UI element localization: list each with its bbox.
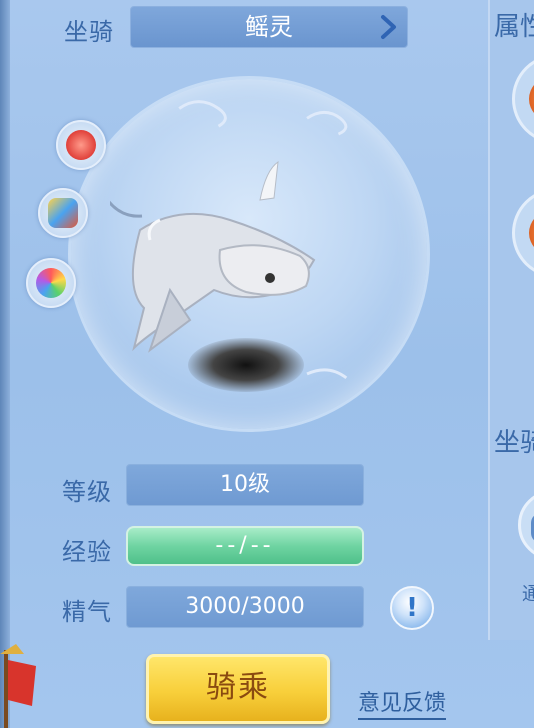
attribute-title: 属性 bbox=[494, 12, 534, 42]
level-label: 等级 bbox=[62, 478, 112, 506]
color-palette-icon[interactable] bbox=[26, 258, 76, 308]
mount-skill-text: 通 bbox=[522, 584, 534, 605]
fire-skill-icon[interactable] bbox=[56, 120, 106, 170]
mount-name: 鳐灵 bbox=[245, 13, 293, 41]
ride-button[interactable]: 骑乘 bbox=[146, 654, 330, 724]
flag-decoration-icon bbox=[0, 644, 36, 728]
mount-skill-icon[interactable] bbox=[518, 490, 534, 560]
exp-label: 经验 bbox=[62, 538, 112, 566]
attribute-orb-icon[interactable] bbox=[512, 188, 534, 278]
mount-name-selector[interactable]: 鳐灵 bbox=[130, 6, 408, 48]
attribute-orb-icon[interactable] bbox=[512, 54, 534, 144]
energy-label: 精气 bbox=[62, 598, 112, 626]
mount-label: 坐骑 bbox=[64, 18, 114, 46]
treasure-icon[interactable] bbox=[38, 188, 88, 238]
mount-skill-section-title: 坐骑 bbox=[494, 428, 534, 458]
mount-panel: 属性 坐骑 通 坐骑 鳐灵 等级 10级 经验 --/-- 精气 3000/30… bbox=[0, 0, 534, 728]
level-value: 10级 bbox=[126, 464, 364, 506]
energy-value: 3000/3000 bbox=[126, 586, 364, 628]
attribute-side-panel: 属性 坐骑 通 bbox=[488, 0, 534, 640]
left-edge-border bbox=[0, 0, 10, 728]
feedback-link[interactable]: 意见反馈 bbox=[358, 690, 447, 720]
info-button[interactable]: ! bbox=[390, 586, 434, 630]
manta-ray-mount-image bbox=[110, 160, 316, 353]
exp-bar: --/-- bbox=[126, 526, 364, 566]
chevron-right-icon[interactable] bbox=[375, 14, 401, 40]
